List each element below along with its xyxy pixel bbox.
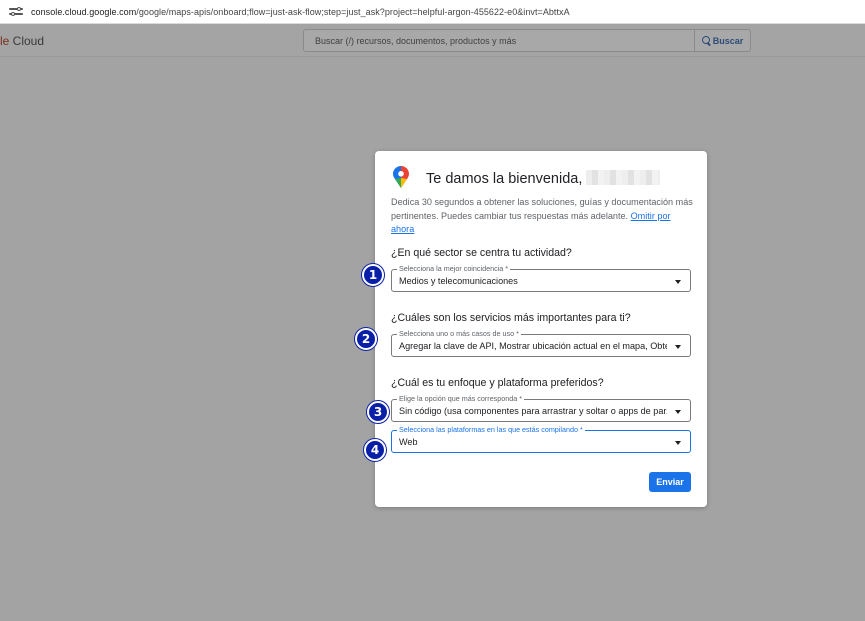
question-sector: ¿En qué sector se centra tu actividad? (391, 247, 572, 259)
use-cases-select[interactable]: Selecciona uno o más casos de uso * Agre… (391, 329, 691, 357)
site-settings-icon[interactable] (9, 6, 23, 18)
welcome-dialog: Te damos la bienvenida, Dedica 30 segund… (375, 151, 707, 507)
dropdown-arrow-icon[interactable] (675, 280, 681, 284)
use-cases-select-label: Selecciona uno o más casos de uso * (397, 329, 521, 339)
google-maps-pin-icon (393, 166, 409, 188)
approach-select-label: Elige la opción que más corresponda * (397, 394, 525, 404)
question-services: ¿Cuáles son los servicios más importante… (391, 312, 631, 324)
platforms-select[interactable]: Selecciona las plataformas en las que es… (391, 425, 691, 453)
dropdown-arrow-icon[interactable] (675, 345, 681, 349)
annotation-marker-1: 1 (362, 264, 384, 286)
google-cloud-logo[interactable]: le Cloud (0, 34, 44, 48)
search-button[interactable]: Buscar (694, 29, 751, 52)
dialog-description: Dedica 30 segundos a obtener las solucio… (391, 197, 693, 234)
search-icon (701, 36, 711, 45)
dropdown-arrow-icon[interactable] (675, 441, 681, 445)
dialog-title: Te damos la bienvenida, (426, 170, 661, 187)
browser-address-bar[interactable]: console.cloud.google.com/google/maps-api… (0, 0, 865, 24)
annotation-marker-2: 2 (355, 328, 377, 350)
submit-button[interactable]: Enviar (649, 472, 691, 492)
approach-select[interactable]: Elige la opción que más corresponda * Si… (391, 394, 691, 422)
platforms-select-label: Selecciona las plataformas en las que es… (397, 425, 585, 435)
question-approach: ¿Cuál es tu enfoque y plataforma preferi… (391, 377, 604, 389)
search-button-label: Buscar (712, 35, 744, 46)
sector-select-label: Selecciona la mejor coincidencia * (397, 264, 511, 274)
annotation-marker-3: 3 (367, 401, 389, 423)
redacted-username (586, 170, 661, 185)
app-header: le Cloud Buscar (/) recursos, documentos… (0, 25, 865, 57)
search-input[interactable]: Buscar (/) recursos, documentos, product… (303, 29, 695, 52)
platforms-select-value: Web (399, 437, 418, 447)
sector-select-value: Medios y telecomunicaciones (399, 276, 518, 286)
dropdown-arrow-icon[interactable] (675, 410, 681, 414)
approach-select-value: Sin código (usa componentes para arrastr… (399, 406, 667, 416)
url-text[interactable]: console.cloud.google.com/google/maps-api… (31, 7, 570, 17)
use-cases-select-value: Agregar la clave de API, Mostrar ubicaci… (399, 341, 667, 351)
annotation-marker-4: 4 (364, 439, 386, 461)
sector-select[interactable]: Selecciona la mejor coincidencia * Medio… (391, 264, 691, 292)
